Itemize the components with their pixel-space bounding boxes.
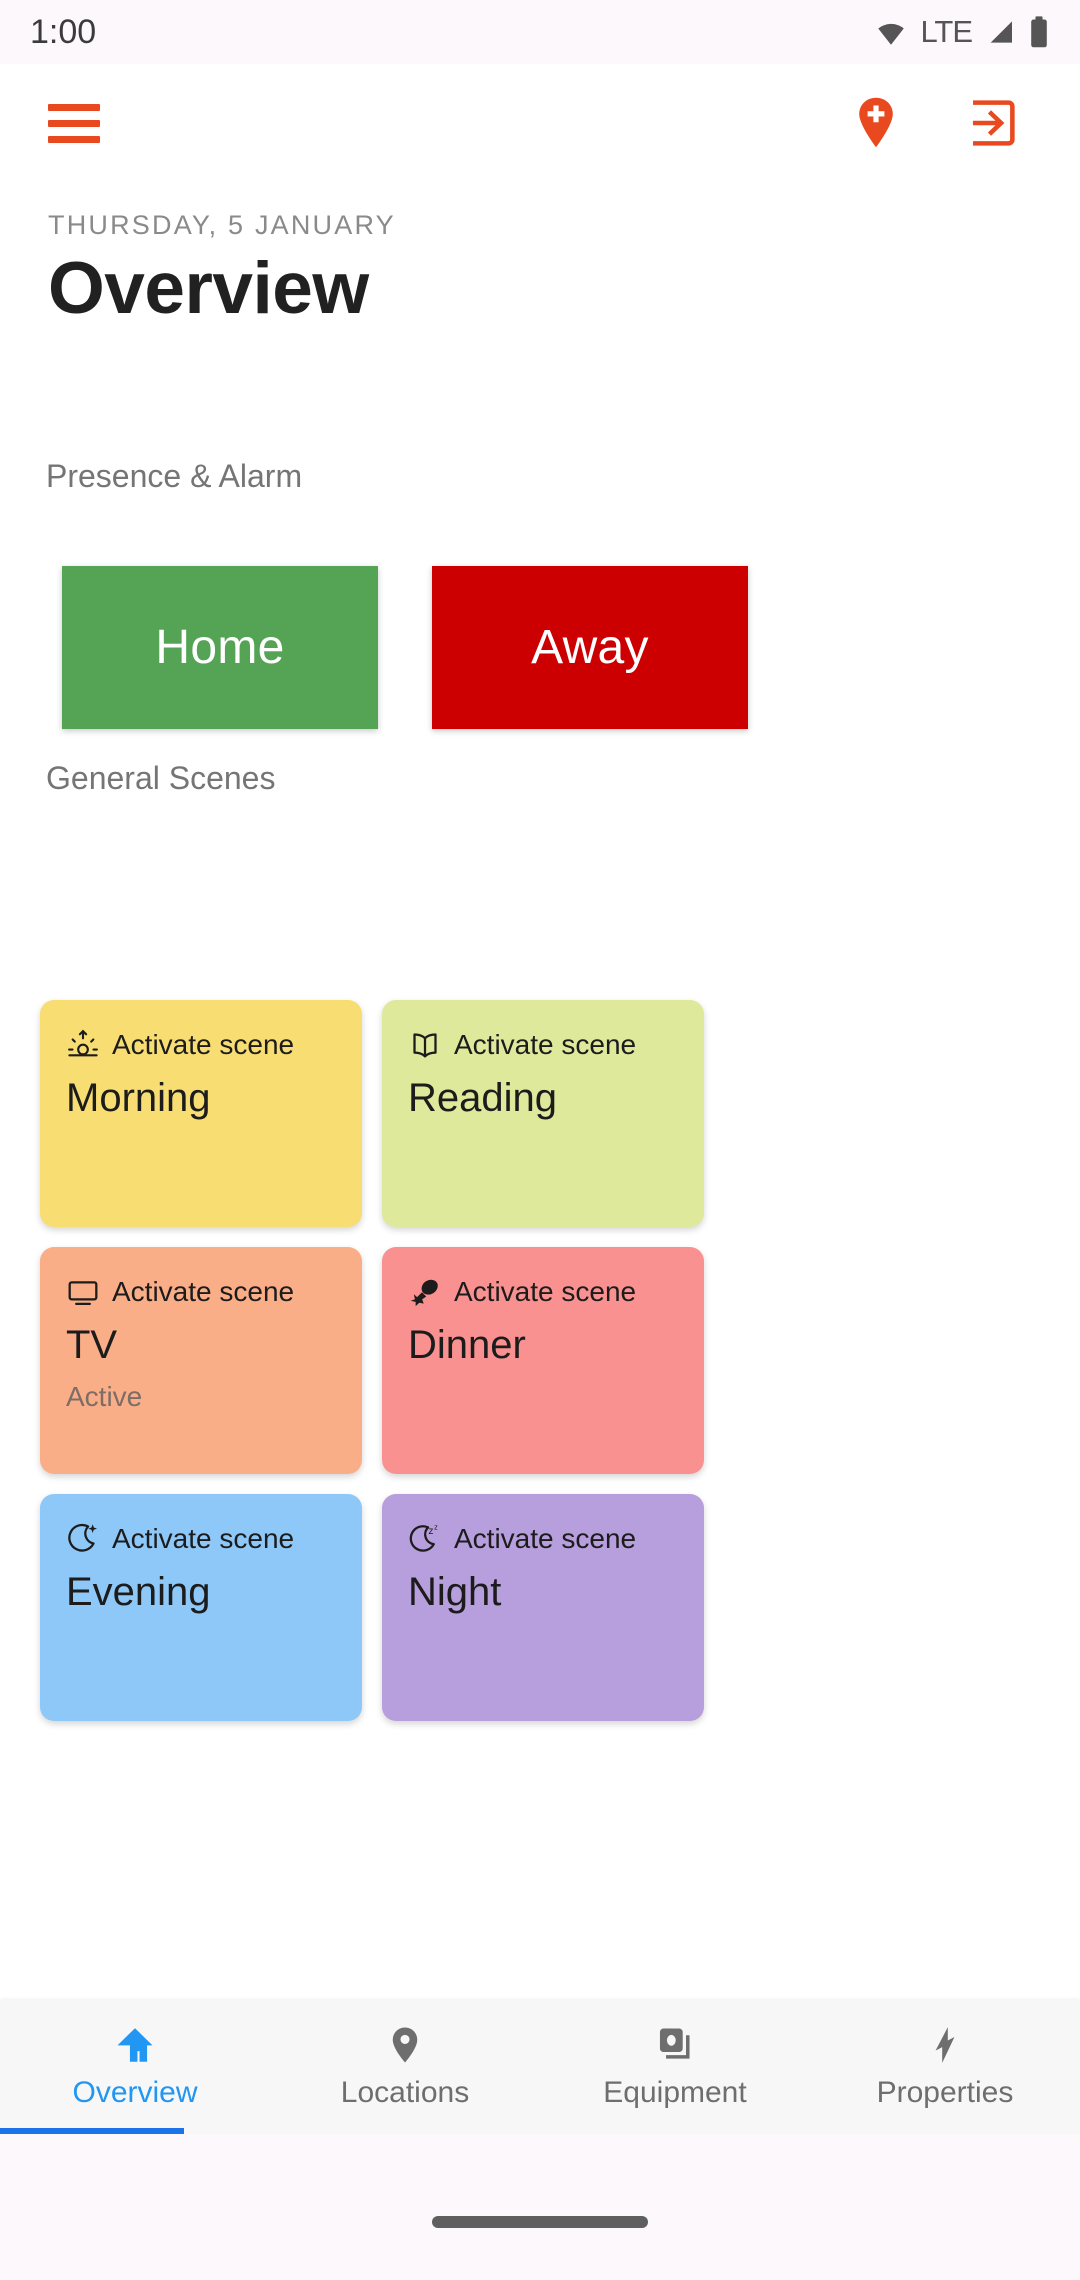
nav-label: Overview: [72, 2076, 198, 2109]
scene-activate-row: Activate scene: [66, 1028, 336, 1062]
nav-item-properties[interactable]: Properties: [810, 2024, 1080, 2110]
scene-grid: Activate scene Morning Activate scene Re…: [40, 1000, 1040, 1721]
scene-name: Dinner: [408, 1323, 526, 1367]
logout-icon[interactable]: [966, 97, 1018, 149]
bottom-navigation-bar: Overview Locations Equipment Properties: [0, 2000, 1080, 2134]
moon-zzz-icon: z z: [409, 1523, 438, 1552]
system-gesture-area: [0, 2134, 1080, 2280]
battery-icon: [1031, 16, 1047, 48]
svg-text:z: z: [428, 1526, 433, 1537]
scene-status: Active: [66, 1381, 143, 1412]
scene-activate-label: Activate scene: [454, 1029, 637, 1060]
scroll-position-indicator[interactable]: [0, 2128, 184, 2134]
signal-icon: [990, 21, 1012, 43]
network-label: LTE: [920, 14, 973, 49]
nav-label: Properties: [876, 2076, 1014, 2109]
status-icon-group: LTE: [874, 14, 1050, 50]
scene-activate-label: Activate scene: [112, 1276, 295, 1307]
scene-name: Night: [408, 1570, 502, 1614]
page-title: Overview: [48, 248, 369, 329]
hamburger-bar: [48, 103, 100, 111]
scenes-section-label: General Scenes: [46, 760, 276, 796]
nav-item-equipment[interactable]: Equipment: [540, 2024, 810, 2110]
nav-item-overview[interactable]: Overview: [0, 2024, 270, 2110]
book-icon: [413, 1033, 437, 1058]
scene-card-tv[interactable]: Activate scene TV Active: [40, 1247, 362, 1474]
sunrise-icon: [68, 1029, 98, 1057]
scene-activate-label: Activate scene: [454, 1276, 637, 1307]
lightning-icon: [935, 2027, 955, 2063]
presence-section-label: Presence & Alarm: [46, 458, 303, 494]
app-screen: 1:00 LTE THURSDAY, 5 JANUARY Overview Pr…: [0, 0, 1080, 2280]
hamburger-bar: [48, 135, 100, 143]
header-date: THURSDAY, 5 JANUARY: [48, 210, 396, 240]
hamburger-menu-icon[interactable]: [48, 103, 100, 143]
app-bar-actions: [852, 95, 1018, 151]
add-location-icon[interactable]: [852, 95, 900, 151]
svg-text:z: z: [434, 1523, 438, 1532]
presence-button-row: Home Away: [62, 566, 1018, 729]
wifi-icon: [878, 23, 905, 45]
scene-activate-row: Activate scene: [408, 1028, 678, 1062]
scene-name: TV: [66, 1323, 118, 1367]
scene-activate-label: Activate scene: [454, 1523, 637, 1554]
scene-card-morning[interactable]: Activate scene Morning: [40, 1000, 362, 1227]
scene-card-night[interactable]: z z Activate scene Night: [382, 1494, 704, 1721]
scene-name: Evening: [66, 1570, 211, 1614]
scene-activate-row: z z Activate scene: [408, 1522, 678, 1556]
nav-label: Equipment: [603, 2076, 747, 2109]
devices-icon: [659, 2028, 690, 2059]
scene-activate-label: Activate scene: [112, 1029, 295, 1060]
home-button[interactable]: Home: [62, 566, 378, 729]
nav-label: Locations: [340, 2076, 470, 2109]
scene-card-evening[interactable]: Activate scene Evening: [40, 1494, 362, 1721]
scene-card-dinner[interactable]: Activate scene Dinner: [382, 1247, 704, 1474]
map-pin-icon: [392, 2027, 418, 2063]
scene-activate-row: Activate scene: [66, 1522, 336, 1556]
scene-card-reading[interactable]: Activate scene Reading: [382, 1000, 704, 1227]
scene-activate-row: Activate scene: [408, 1275, 678, 1309]
status-time: 1:00: [30, 12, 97, 51]
drumstick-icon: [410, 1279, 438, 1307]
home-gesture-bar[interactable]: [432, 2216, 648, 2228]
status-bar: 1:00 LTE: [0, 0, 1080, 64]
page-header: THURSDAY, 5 JANUARY Overview: [48, 210, 396, 330]
app-bar: [0, 64, 1080, 182]
moon-star-icon: [68, 1523, 98, 1552]
hamburger-bar: [48, 119, 100, 127]
scene-name: Reading: [408, 1076, 558, 1120]
scene-activate-label: Activate scene: [112, 1523, 295, 1554]
away-button[interactable]: Away: [432, 566, 748, 729]
scene-name: Morning: [66, 1076, 211, 1120]
nav-item-locations[interactable]: Locations: [270, 2024, 540, 2110]
television-icon: [68, 1281, 98, 1306]
home-icon: [117, 2028, 153, 2062]
scene-activate-row: Activate scene: [66, 1275, 336, 1309]
